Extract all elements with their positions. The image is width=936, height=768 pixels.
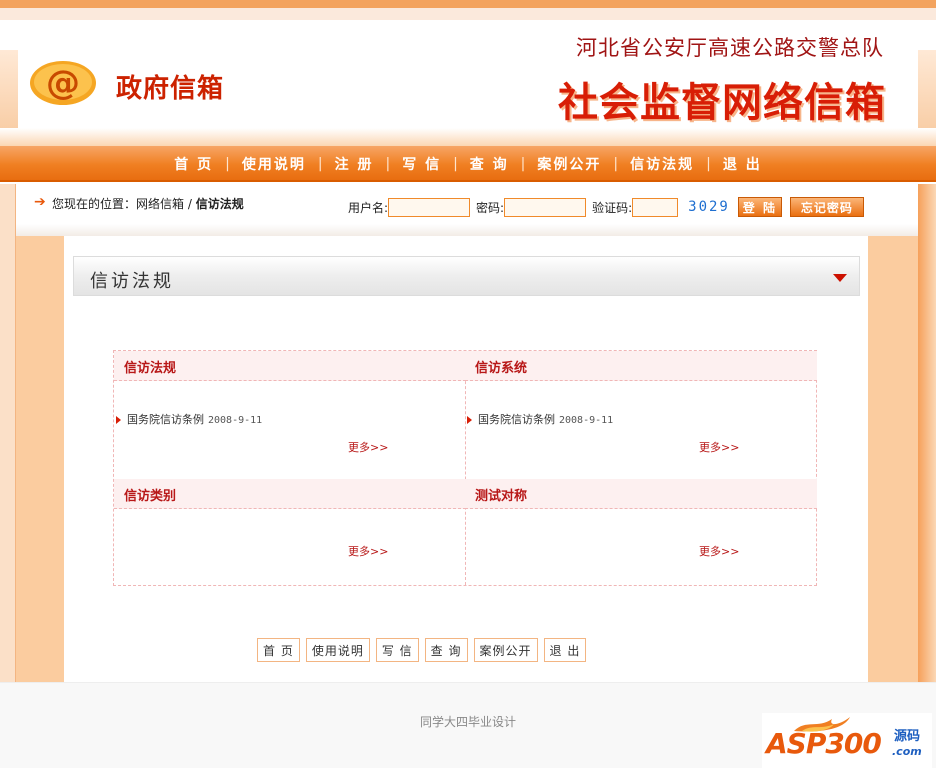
password-label: 密码: <box>476 200 505 215</box>
nav-instructions[interactable]: 使用说明 <box>242 154 306 174</box>
nav-separator: | <box>613 156 619 172</box>
watermark-logo: ASP300 源码 .com <box>762 713 932 768</box>
nav-home[interactable]: 首 页 <box>174 154 213 174</box>
bottom-nav-instructions[interactable]: 使用说明 <box>305 638 370 662</box>
divider <box>16 224 918 236</box>
nav-separator: | <box>706 156 711 172</box>
captcha-input[interactable] <box>632 197 679 217</box>
logo-text: 政府信箱 <box>116 74 225 104</box>
side-column-right <box>868 236 918 682</box>
category-panel: 信访系统 国务院信访条例 2008-9-11 更多>> <box>465 351 817 479</box>
nav-separator: | <box>453 156 458 172</box>
more-link[interactable]: 更多>> <box>699 439 739 455</box>
captcha-image: 3029 <box>688 199 730 215</box>
username-input[interactable] <box>388 197 471 217</box>
nav-separator: | <box>225 156 230 172</box>
bottom-nav: 首 页 使用说明 写 信 查 询 案例公开 退 出 <box>257 638 592 662</box>
top-strip-light <box>0 8 936 20</box>
nav-write-letter[interactable]: 写 信 <box>402 154 441 174</box>
breadcrumb-label: 您现在的位置： <box>52 197 137 211</box>
username-label: 用户名: <box>348 200 389 215</box>
svg-text:@: @ <box>46 63 80 103</box>
nav-separator: | <box>385 156 391 172</box>
password-input[interactable] <box>504 197 587 217</box>
breadcrumb-root[interactable]: 网络信箱 <box>136 197 184 211</box>
triangle-right-icon <box>467 416 472 424</box>
list-item-date: 2008-9-11 <box>208 415 263 426</box>
forgot-password-button[interactable]: 忘记密码 <box>789 197 864 217</box>
site-title: 社会监督网络信箱 <box>558 80 886 126</box>
main-content: 信访法规 信访法规 国务院信访条例 2008-9-11 更多>> 信访系统 国务院… <box>64 236 868 682</box>
category-panel: 信访法规 国务院信访条例 2008-9-11 更多>> <box>114 351 466 479</box>
list-item[interactable]: 国务院信访条例 2008-9-11 <box>467 411 613 427</box>
main-nav: 首 页 | 使用说明 | 注 册 | 写 信 | 查 询 | 案例公开 | 信访… <box>0 146 936 182</box>
arrow-right-icon: ➔ <box>34 194 46 210</box>
bottom-nav-cases[interactable]: 案例公开 <box>473 638 538 662</box>
section-header: 信访法规 <box>73 256 860 296</box>
agency-name: 河北省公安厅高速公路交警总队 <box>576 36 884 60</box>
watermark-side-text: 源码 <box>894 729 921 744</box>
site-header: @ 政府信箱 河北省公安厅高速公路交警总队 社会监督网络信箱 <box>0 20 936 146</box>
breadcrumb-current: 信访法规 <box>195 197 244 211</box>
category-title[interactable]: 测试对称 <box>465 479 817 509</box>
bottom-nav-query[interactable]: 查 询 <box>424 638 468 662</box>
side-column-left <box>16 236 64 682</box>
section-title: 信访法规 <box>90 271 174 292</box>
bottom-nav-logout[interactable]: 退 出 <box>543 638 587 662</box>
category-panel: 测试对称 更多>> <box>465 479 817 585</box>
list-item-title[interactable]: 国务院信访条例 <box>127 413 204 426</box>
category-title[interactable]: 信访系统 <box>465 351 817 381</box>
nav-regulations[interactable]: 信访法规 <box>630 154 694 174</box>
more-link[interactable]: 更多>> <box>348 439 388 455</box>
frame-left <box>0 184 16 682</box>
category-grid: 信访法规 国务院信访条例 2008-9-11 更多>> 信访系统 国务院信访条例 2… <box>113 350 817 586</box>
bottom-nav-write-letter[interactable]: 写 信 <box>375 638 419 662</box>
breadcrumb: 您现在的位置：网络信箱 / 信访法规 <box>52 195 244 212</box>
watermark-domain: .com <box>892 745 922 758</box>
triangle-down-icon[interactable] <box>833 274 847 282</box>
list-item[interactable]: 国务院信访条例 2008-9-11 <box>116 411 262 427</box>
nav-logout[interactable]: 退 出 <box>723 154 762 174</box>
at-sign-logo-icon: @ <box>30 61 96 105</box>
site-footer: 同学大四毕业设计 ASP300 源码 .com <box>0 682 936 768</box>
frame-right <box>918 184 936 682</box>
login-form: 用户名: 密码: 验证码: 3029 登 陆 忘记密码 <box>348 196 864 218</box>
header-glow <box>0 128 936 146</box>
location-bar: ➔ 您现在的位置：网络信箱 / 信访法规 用户名: 密码: 验证码: 3029 … <box>16 184 918 224</box>
nav-cases[interactable]: 案例公开 <box>537 154 601 174</box>
list-item-title[interactable]: 国务院信访条例 <box>478 413 555 426</box>
more-link[interactable]: 更多>> <box>348 543 388 559</box>
captcha-label: 验证码: <box>592 200 633 215</box>
triangle-right-icon <box>116 416 121 424</box>
bottom-nav-home[interactable]: 首 页 <box>257 638 300 662</box>
top-strip <box>0 0 936 8</box>
nav-separator: | <box>520 156 526 172</box>
more-link[interactable]: 更多>> <box>699 543 739 559</box>
category-panel: 信访类别 更多>> <box>114 479 466 585</box>
login-button[interactable]: 登 陆 <box>737 197 782 217</box>
list-item-date: 2008-9-11 <box>559 415 614 426</box>
watermark-brand: ASP300 <box>766 727 882 760</box>
nav-separator: | <box>317 156 323 172</box>
nav-register[interactable]: 注 册 <box>335 154 374 174</box>
breadcrumb-divider: / <box>184 197 196 211</box>
category-title[interactable]: 信访类别 <box>114 479 466 509</box>
category-title[interactable]: 信访法规 <box>114 351 466 381</box>
nav-query[interactable]: 查 询 <box>470 154 509 174</box>
